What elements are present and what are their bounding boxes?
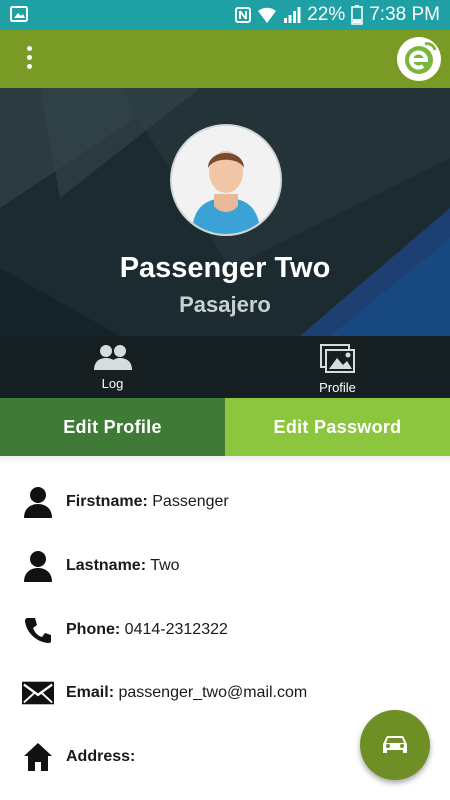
- profile-tabs: Log Profile: [0, 336, 450, 398]
- phone-row: Phone: 0414-2312322: [0, 610, 450, 650]
- wifi-icon: [258, 7, 277, 23]
- firstname-value: Passenger: [152, 493, 229, 510]
- image-notification-icon: [10, 6, 28, 22]
- battery-percent: 22%: [307, 4, 346, 25]
- status-bar: 22% 7:38 PM: [0, 0, 450, 30]
- lastname-value: Two: [150, 557, 180, 574]
- tab-profile[interactable]: Profile: [225, 336, 450, 398]
- app-bar: [0, 30, 450, 88]
- lastname-label: Lastname:: [66, 557, 147, 574]
- phone-value: 0414-2312322: [124, 621, 228, 638]
- nfc-icon: [235, 7, 252, 23]
- email-row: Email: passenger_two@mail.com: [0, 673, 450, 713]
- home-icon: [22, 741, 54, 773]
- profile-name: Passenger Two: [119, 252, 331, 284]
- tab-profile-label: Profile: [319, 380, 356, 395]
- edit-password-button[interactable]: Edit Password: [225, 398, 450, 456]
- battery-icon: [351, 5, 363, 25]
- address-label: Address:: [66, 748, 136, 765]
- lastname-row: Lastname: Two: [0, 546, 450, 586]
- edit-profile-button[interactable]: Edit Profile: [0, 398, 225, 456]
- tab-log[interactable]: Log: [0, 336, 225, 398]
- app-logo-icon: [397, 37, 441, 81]
- avatar: [170, 124, 282, 236]
- profile-header: Passenger Two Pasajero: [0, 88, 450, 336]
- more-vert-icon[interactable]: [20, 44, 40, 74]
- mail-icon: [22, 677, 54, 709]
- people-icon: [93, 345, 132, 370]
- email-label: Email:: [66, 684, 115, 701]
- car-icon: [383, 736, 407, 753]
- action-buttons: Edit Profile Edit Password: [0, 398, 450, 456]
- profile-role: Pasajero: [179, 292, 271, 317]
- person-icon: [22, 550, 54, 582]
- clock: 7:38 PM: [369, 4, 440, 25]
- divider: [0, 456, 450, 464]
- phone-icon: [22, 614, 54, 646]
- phone-label: Phone:: [66, 621, 121, 638]
- firstname-label: Firstname:: [66, 493, 148, 510]
- person-icon: [22, 486, 54, 518]
- request-ride-fab[interactable]: [360, 710, 430, 780]
- email-value: passenger_two@mail.com: [118, 684, 308, 701]
- firstname-row: Firstname: Passenger: [0, 482, 450, 522]
- tab-log-label: Log: [101, 376, 124, 391]
- signal-icon: [284, 7, 301, 23]
- photos-icon: [319, 344, 355, 373]
